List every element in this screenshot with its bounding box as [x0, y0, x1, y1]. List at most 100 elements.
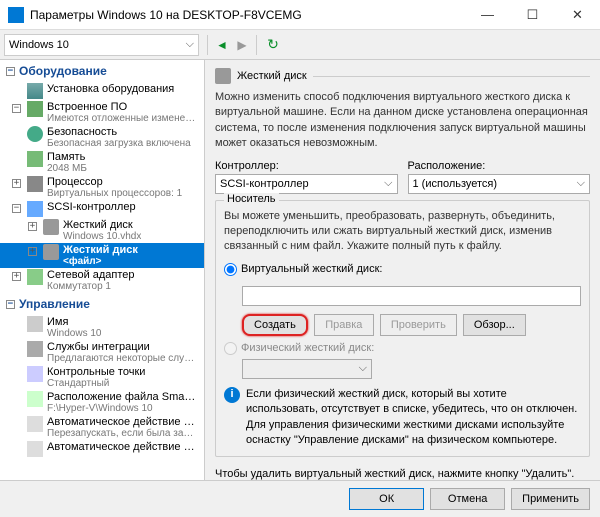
delete-description: Чтобы удалить виртуальный жесткий диск, … [215, 467, 590, 480]
content-panel: Жесткий диск Можно изменить способ подкл… [205, 60, 600, 480]
tree-item-label: Автоматическое действие при за... [47, 441, 197, 453]
ok-button[interactable]: ОК [349, 488, 424, 510]
expand-icon[interactable]: + [12, 179, 21, 188]
chevron-down-icon: ⌵ [384, 177, 392, 190]
close-button[interactable]: ✕ [555, 0, 600, 29]
info-text: Если физический жесткий диск, который вы… [246, 387, 581, 449]
location-value: 1 (используется) [413, 178, 498, 190]
hard-disk-icon [215, 68, 231, 84]
tree-item-sub: Предлагаются некоторые службы [47, 353, 197, 364]
ic-hw-icon [27, 83, 43, 99]
expand-icon[interactable]: + [28, 247, 37, 256]
tree-item-sub: Стандартный [47, 378, 145, 389]
tree-item[interactable]: Расположение файла Smart PagingF:\Hyper-… [0, 390, 204, 415]
ic-cpu-icon [27, 176, 43, 192]
tree-item[interactable]: +Сетевой адаптерКоммутатор 1 [0, 268, 204, 293]
radio-vhd-input[interactable] [224, 263, 237, 276]
expand-icon[interactable]: + [28, 222, 37, 231]
tree-item-sub: Windows 10.vhdx [63, 231, 141, 242]
tree-item[interactable]: Память2048 МБ [0, 150, 204, 175]
nav-forward-icon[interactable]: ▶ [232, 38, 252, 52]
tree-item[interactable]: Автоматическое действие при за...Перезап… [0, 415, 204, 440]
tree-item-sub: Имеются отложенные изменени... [47, 113, 197, 124]
expand-icon[interactable]: − [12, 104, 21, 113]
chevron-down-icon: ⌵ [359, 362, 367, 375]
collapse-icon[interactable]: − [6, 67, 15, 76]
browse-button[interactable]: Обзор... [463, 314, 526, 336]
separator [313, 76, 590, 77]
location-combo[interactable]: 1 (используется) ⌵ [408, 174, 591, 194]
tree-item-sub: Безопасная загрузка включена [47, 138, 191, 149]
expand-icon[interactable]: + [12, 272, 21, 281]
title-bar: Параметры Windows 10 на DESKTOP-F8VCEMG … [0, 0, 600, 30]
tree-item[interactable]: + Жесткий диск<файл> [0, 243, 204, 268]
ic-mem-icon [27, 151, 43, 167]
tree-item[interactable]: Контрольные точкиСтандартный [0, 365, 204, 390]
tree-item-label: Процессор [47, 176, 182, 188]
tree-item-sub: Виртуальных процессоров: 1 [47, 188, 182, 199]
minimize-button[interactable]: — [465, 0, 510, 29]
ic-chk-icon [27, 366, 43, 382]
apply-button[interactable]: Применить [511, 488, 590, 510]
tree-item[interactable]: − Встроенное ПОИмеются отложенные изменен… [0, 100, 204, 125]
radio-physical-disk: Физический жесткий диск: [224, 342, 581, 355]
location-label: Расположение: [408, 160, 591, 172]
tree-item[interactable]: − SCSI-контроллер [0, 200, 204, 218]
tree-item[interactable]: БезопасностьБезопасная загрузка включена [0, 125, 204, 150]
settings-tree: − Оборудование Установка оборудования − Вс… [0, 60, 205, 480]
nav-back-icon[interactable]: ◄ [212, 38, 232, 52]
tree-item[interactable]: ИмяWindows 10 [0, 315, 204, 340]
hardware-category: − Оборудование [0, 60, 204, 82]
collapse-icon[interactable]: − [6, 300, 15, 309]
ic-smart-icon [27, 391, 43, 407]
tree-item-label: Встроенное ПО [47, 101, 197, 113]
tree-item-label: Установка оборудования [47, 83, 174, 95]
tree-item-sub: <файл> [63, 256, 138, 267]
media-description: Вы можете уменьшить, преобразовать, разв… [224, 209, 581, 255]
tree-item-label: Память [47, 151, 87, 163]
radio-phys-label: Физический жесткий диск: [241, 342, 374, 354]
tree-item[interactable]: + Жесткий дискWindows 10.vhdx [0, 218, 204, 243]
edit-button: Правка [314, 314, 374, 336]
vm-selector-combo[interactable]: Windows 10 ⌵ [4, 34, 199, 56]
tree-item[interactable]: Установка оборудования [0, 82, 204, 100]
tree-item[interactable]: + ПроцессорВиртуальных процессоров: 1 [0, 175, 204, 200]
controller-combo[interactable]: SCSI-контроллер ⌵ [215, 174, 398, 194]
toolbar: Windows 10 ⌵ ◄ ▶ ↻ [0, 30, 600, 60]
tree-item-label: Службы интеграции [47, 341, 197, 353]
tree-item-sub: Коммутатор 1 [47, 281, 135, 292]
tree-item[interactable]: Автоматическое действие при за... [0, 440, 204, 458]
hardware-label: Оборудование [19, 64, 107, 78]
vhd-path-input[interactable] [242, 286, 581, 306]
refresh-icon[interactable]: ↻ [261, 36, 285, 53]
chevron-down-icon: ⌵ [186, 38, 194, 51]
radio-phys-input [224, 342, 237, 355]
tree-item-label: SCSI-контроллер [47, 201, 136, 213]
radio-vhd-label: Виртуальный жесткий диск: [241, 263, 382, 275]
management-label: Управление [19, 297, 90, 311]
controller-label: Контроллер: [215, 160, 398, 172]
ic-hdd-icon [43, 244, 59, 260]
ic-name-icon [27, 316, 43, 332]
separator [256, 35, 257, 55]
cancel-button[interactable]: Отмена [430, 488, 505, 510]
tree-item-sub: 2048 МБ [47, 163, 87, 174]
group-description: Можно изменить способ подключения виртуа… [215, 90, 590, 152]
create-button[interactable]: Создать [242, 314, 308, 336]
media-title: Носитель [224, 193, 279, 205]
tree-item-sub: Перезапускать, если была запу... [47, 428, 197, 439]
tree-item-sub: F:\Hyper-V\Windows 10 [47, 403, 197, 414]
tree-item-label: Жесткий диск [63, 219, 141, 231]
tree-item[interactable]: Службы интеграцииПредлагаются некоторые … [0, 340, 204, 365]
radio-virtual-disk[interactable]: Виртуальный жесткий диск: [224, 263, 581, 276]
ic-fw-icon [27, 101, 43, 117]
tree-item-label: Контрольные точки [47, 366, 145, 378]
group-title: Жесткий диск [237, 70, 307, 82]
physical-disk-combo: ⌵ [242, 359, 372, 379]
expand-icon[interactable]: − [12, 204, 21, 213]
check-button: Проверить [380, 314, 457, 336]
tree-item-label: Жесткий диск [63, 244, 138, 256]
chevron-down-icon: ⌵ [577, 177, 585, 190]
controller-value: SCSI-контроллер [220, 178, 309, 190]
maximize-button[interactable]: ☐ [510, 0, 555, 29]
